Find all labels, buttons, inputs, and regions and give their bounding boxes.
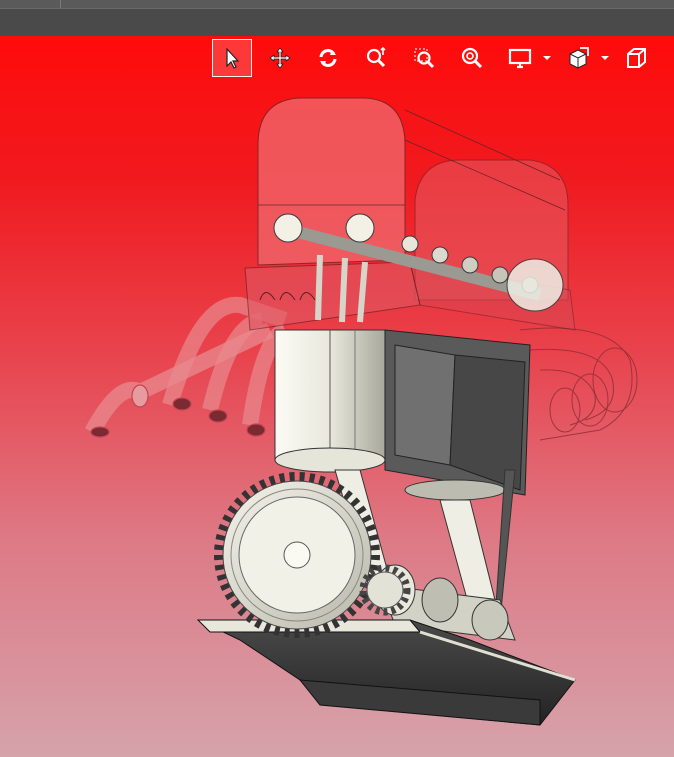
display-mode-button[interactable] <box>500 39 540 77</box>
standard-view-button[interactable] <box>616 39 656 77</box>
section-view-dropdown[interactable] <box>600 39 610 77</box>
timing-gear <box>214 472 411 638</box>
display-mode-dropdown[interactable] <box>542 39 552 77</box>
caret-down-icon <box>543 56 551 60</box>
top-bar <box>0 0 674 36</box>
zoom-window-icon <box>414 48 435 69</box>
zoom-dynamic-icon <box>366 46 386 68</box>
section-cube-icon <box>569 47 589 69</box>
view-toolbar <box>212 38 664 78</box>
tab-strip <box>0 0 674 9</box>
cube-view-icon <box>627 48 646 68</box>
pan-arrows-icon <box>269 47 291 69</box>
pointer-icon <box>226 47 240 69</box>
3d-viewport[interactable] <box>0 36 674 757</box>
tab-separator <box>60 0 61 8</box>
monitor-icon <box>508 48 532 69</box>
zoom-fit-button[interactable] <box>452 39 492 77</box>
zoom-dynamic-button[interactable] <box>356 39 396 77</box>
rotate-icon <box>319 49 337 67</box>
oil-pan <box>196 619 576 726</box>
zoom-fit-icon <box>461 47 483 69</box>
zoom-window-button[interactable] <box>404 39 444 77</box>
rear-exhaust <box>519 327 638 441</box>
caret-down-icon <box>601 56 609 60</box>
section-view-button[interactable] <box>558 39 598 77</box>
pan-button[interactable] <box>260 39 300 77</box>
rotate-button[interactable] <box>308 39 348 77</box>
engine-model[interactable] <box>0 36 674 757</box>
select-button[interactable] <box>212 39 252 77</box>
